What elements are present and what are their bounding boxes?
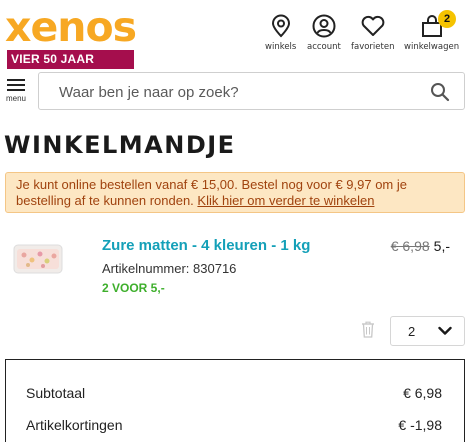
user-icon xyxy=(312,14,336,38)
nav-favorites-label: favorieten xyxy=(351,42,395,52)
current-price: 5,- xyxy=(433,238,450,254)
search-input[interactable] xyxy=(59,82,419,102)
hamburger-icon-bar xyxy=(7,84,25,86)
menu-label: menu xyxy=(5,94,26,103)
nav-cart-label: winkelwagen xyxy=(404,42,460,52)
nav-stores-label: winkels xyxy=(265,42,297,52)
page-title: WINKELMANDJE xyxy=(4,131,236,159)
product-image[interactable] xyxy=(12,241,64,275)
minimum-order-notice: Je kunt online bestellen vanaf € 15,00. … xyxy=(5,172,465,213)
summary-label: Subtotaal xyxy=(26,385,86,401)
chevron-down-icon xyxy=(438,326,452,335)
nav-favorites[interactable]: favorieten xyxy=(351,14,394,52)
cart-count-badge: 2 xyxy=(438,10,457,28)
search-bar xyxy=(38,72,465,110)
promo-label: 2 VOOR 5,- xyxy=(102,281,165,295)
nav-account[interactable]: account xyxy=(307,14,341,52)
nav-stores[interactable]: winkels xyxy=(265,14,296,52)
menu-button[interactable]: menu xyxy=(4,76,28,103)
nav-cart[interactable]: 2 winkelwagen xyxy=(404,10,460,52)
order-summary: Subtotaal € 6,98 Artikelkortingen € -1,9… xyxy=(5,359,465,442)
summary-value: € -1,98 xyxy=(398,417,442,433)
continue-shopping-link[interactable]: Klik hier om verder te winkelen xyxy=(197,193,374,208)
hamburger-icon xyxy=(7,79,25,81)
search-icon[interactable] xyxy=(430,82,450,102)
summary-value: € 6,98 xyxy=(403,385,442,401)
product-sku: Artikelnummer: 830716 xyxy=(102,261,237,276)
product-name-link[interactable]: Zure matten - 4 kleuren - 1 kg xyxy=(102,237,310,254)
old-price: € 6,98 xyxy=(390,238,430,254)
heart-icon xyxy=(361,15,385,36)
summary-label: Artikelkortingen xyxy=(26,417,123,433)
summary-row-subtotal: Subtotaal € 6,98 xyxy=(26,385,442,401)
hamburger-icon-bar xyxy=(7,89,25,91)
header: xenos VIER 50 JAAR ANDERS winkels accoun… xyxy=(0,0,475,85)
product-price: € 6,98 5,- xyxy=(391,238,450,254)
trash-icon[interactable] xyxy=(361,321,375,338)
nav-account-label: account xyxy=(307,42,341,52)
quantity-select[interactable]: 2 xyxy=(390,316,465,346)
summary-row-discounts: Artikelkortingen € -1,98 xyxy=(26,417,442,433)
logo-tagline: VIER 50 JAAR ANDERS xyxy=(7,50,134,85)
quantity-value: 2 xyxy=(408,324,416,339)
xenos-logo[interactable]: xenos VIER 50 JAAR ANDERS xyxy=(5,5,137,85)
logo-wordmark: xenos xyxy=(5,3,137,51)
location-pin-icon xyxy=(271,14,290,38)
